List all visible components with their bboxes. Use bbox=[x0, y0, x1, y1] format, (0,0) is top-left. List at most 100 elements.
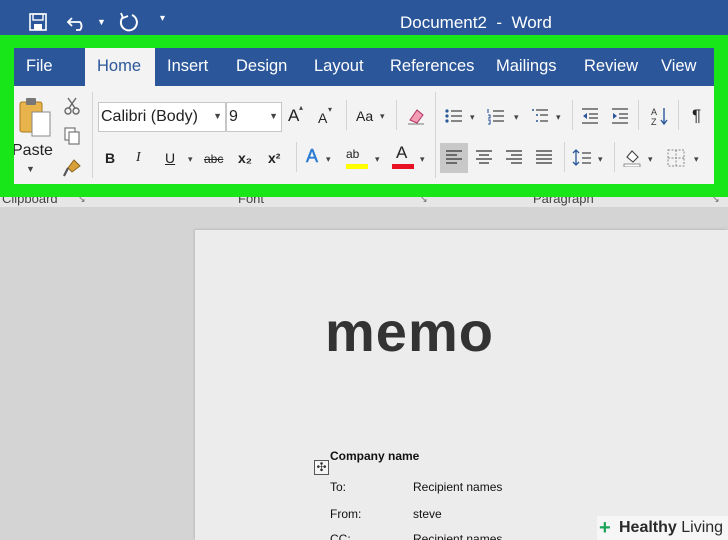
strikethrough-button[interactable]: abc bbox=[204, 149, 223, 169]
chevron-down-icon[interactable]: ▾ bbox=[420, 153, 425, 165]
bullets-icon[interactable] bbox=[444, 106, 464, 126]
svg-text:A: A bbox=[651, 107, 657, 117]
numbering-icon[interactable] bbox=[486, 106, 506, 126]
chevron-down-icon[interactable]: ▾ bbox=[556, 111, 561, 123]
text-highlight-button[interactable]: ab bbox=[344, 142, 372, 172]
font-family-value: Calibri (Body) bbox=[101, 108, 198, 125]
tab-layout[interactable]: Layout bbox=[302, 48, 376, 86]
tab-insert[interactable]: Insert bbox=[155, 48, 220, 86]
line-spacing-icon[interactable] bbox=[572, 148, 592, 168]
align-left-button[interactable] bbox=[440, 143, 468, 173]
separator bbox=[396, 100, 397, 130]
italic-button[interactable]: I bbox=[136, 148, 141, 168]
separator bbox=[435, 92, 436, 178]
ribbon-group-labels: Clipboard ↘ Font ↘ Paragraph ↘ bbox=[0, 197, 728, 207]
font-size-dropdown[interactable]: 9 ▼ bbox=[226, 102, 282, 132]
watermark-logo: + Healthy Living bbox=[597, 516, 728, 540]
chevron-down-icon[interactable]: ▾ bbox=[326, 153, 331, 165]
separator bbox=[572, 100, 573, 130]
row-value-from: steve bbox=[413, 507, 442, 521]
font-color-button[interactable]: A bbox=[390, 142, 418, 172]
chevron-down-icon[interactable]: ▾ bbox=[648, 153, 653, 165]
undo-dropdown-icon[interactable]: ▼ bbox=[97, 12, 106, 32]
watermark-text: Healthy Living bbox=[619, 519, 723, 537]
subscript-button[interactable]: x₂ bbox=[238, 148, 252, 168]
tab-design[interactable]: Design bbox=[224, 48, 299, 86]
borders-icon[interactable] bbox=[666, 148, 686, 168]
row-value-cc: Recipient names bbox=[413, 532, 503, 540]
memo-heading: memo bbox=[325, 300, 494, 363]
tab-file[interactable]: File bbox=[14, 48, 65, 86]
row-value-to: Recipient names bbox=[413, 480, 503, 494]
paste-dropdown-icon[interactable]: ▼ bbox=[26, 164, 35, 174]
redo-icon[interactable] bbox=[118, 11, 140, 33]
row-label-from: From: bbox=[330, 507, 362, 521]
copy-icon[interactable] bbox=[62, 126, 82, 146]
font-size-value: 9 bbox=[229, 108, 238, 125]
separator bbox=[346, 100, 347, 130]
increase-indent-icon[interactable] bbox=[610, 106, 630, 126]
document-page[interactable]: memo ✣ Company name To: Recipient names … bbox=[195, 230, 728, 540]
chevron-down-icon: ▼ bbox=[269, 111, 278, 121]
shrink-font-button[interactable]: A bbox=[318, 108, 327, 128]
separator bbox=[296, 142, 297, 172]
underline-button[interactable]: U bbox=[165, 148, 175, 168]
table-move-handle-icon[interactable]: ✣ bbox=[314, 460, 329, 475]
paragraph-launcher-icon[interactable]: ↘ bbox=[712, 197, 720, 205]
clipboard-group-label: Clipboard bbox=[2, 197, 58, 206]
chevron-down-icon[interactable]: ▾ bbox=[375, 153, 380, 165]
change-case-button[interactable]: Aa bbox=[356, 106, 373, 126]
highlight-color-swatch bbox=[346, 164, 368, 169]
chevron-down-icon[interactable]: ▾ bbox=[598, 153, 603, 165]
customize-quick-access-icon[interactable]: ▾ bbox=[160, 12, 165, 26]
watermark-part1: Healthy bbox=[619, 519, 677, 536]
font-family-dropdown[interactable]: Calibri (Body) ▼ bbox=[98, 102, 226, 132]
separator bbox=[638, 100, 639, 130]
format-painter-icon[interactable] bbox=[62, 158, 82, 178]
paste-icon[interactable] bbox=[18, 96, 54, 140]
row-label-cc: CC: bbox=[330, 532, 351, 540]
plus-icon: + bbox=[599, 517, 611, 539]
save-icon[interactable] bbox=[28, 12, 48, 32]
superscript-button[interactable]: x² bbox=[268, 148, 280, 168]
paragraph-group-label: Paragraph bbox=[533, 197, 594, 206]
chevron-down-icon[interactable]: ▾ bbox=[380, 110, 385, 122]
decrease-indent-icon[interactable] bbox=[580, 106, 600, 126]
grow-font-button[interactable]: A bbox=[288, 106, 299, 126]
highlight-pen-label: ab bbox=[346, 147, 360, 161]
sort-icon[interactable]: A Z bbox=[650, 106, 670, 126]
svg-text:Z: Z bbox=[651, 117, 657, 126]
font-group-label: Font bbox=[238, 197, 265, 206]
document-title: Document2 - Word bbox=[400, 13, 552, 32]
show-formatting-button[interactable]: ¶ bbox=[692, 106, 701, 126]
tab-view[interactable]: View bbox=[649, 48, 708, 86]
separator bbox=[92, 92, 93, 178]
chevron-down-icon[interactable]: ▾ bbox=[470, 111, 475, 123]
tab-mailings[interactable]: Mailings bbox=[484, 48, 569, 86]
tab-references[interactable]: References bbox=[378, 48, 486, 86]
undo-icon[interactable] bbox=[66, 12, 90, 32]
tab-review[interactable]: Review bbox=[572, 48, 650, 86]
font-launcher-icon[interactable]: ↘ bbox=[420, 197, 428, 205]
tab-home[interactable]: Home bbox=[85, 48, 155, 86]
bold-button[interactable]: B bbox=[105, 148, 115, 168]
clipboard-launcher-icon[interactable]: ↘ bbox=[78, 197, 86, 205]
separator bbox=[678, 100, 679, 130]
align-right-icon[interactable] bbox=[504, 148, 524, 168]
shading-icon[interactable] bbox=[622, 147, 642, 167]
cut-icon[interactable] bbox=[62, 96, 82, 116]
paste-button[interactable]: Paste bbox=[14, 142, 53, 160]
grow-font-icon: ▴ bbox=[299, 103, 304, 112]
justify-icon[interactable] bbox=[534, 148, 554, 168]
watermark-part2: Living bbox=[676, 519, 724, 536]
separator bbox=[564, 142, 565, 172]
text-effects-button[interactable]: A bbox=[306, 146, 319, 167]
align-center-icon[interactable] bbox=[474, 148, 494, 168]
multilevel-list-icon[interactable] bbox=[530, 106, 550, 126]
chevron-down-icon[interactable]: ▾ bbox=[514, 111, 519, 123]
align-left-icon bbox=[446, 150, 462, 164]
clear-formatting-icon[interactable] bbox=[406, 106, 426, 126]
font-color-swatch bbox=[392, 164, 414, 169]
chevron-down-icon[interactable]: ▾ bbox=[694, 153, 699, 165]
chevron-down-icon[interactable]: ▾ bbox=[188, 153, 193, 165]
